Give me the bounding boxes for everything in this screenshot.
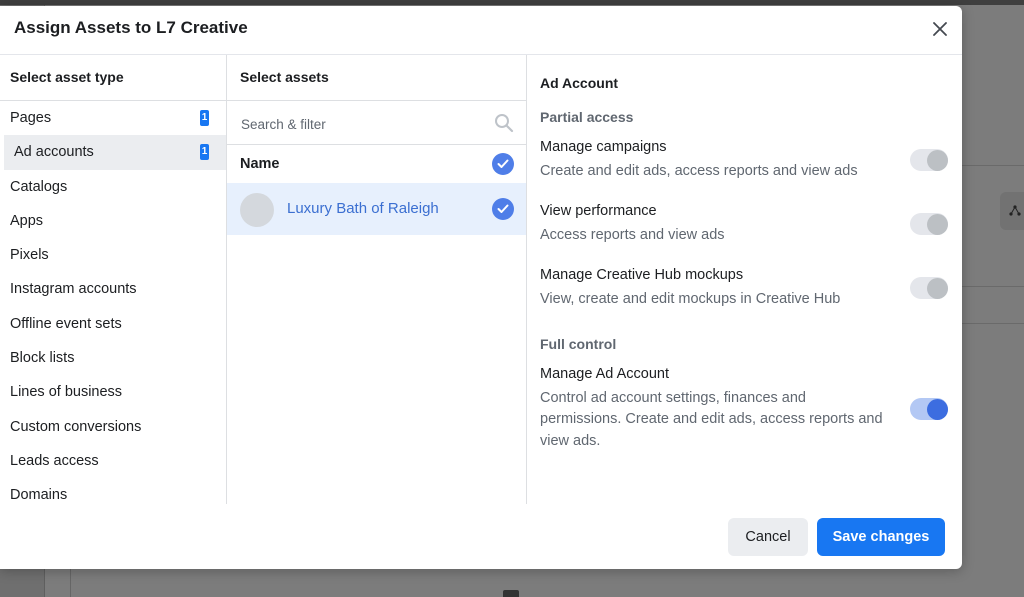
toggle-knob	[927, 278, 948, 299]
modal-title: Assign Assets to L7 Creative	[14, 18, 248, 37]
asset-type-ad-accounts[interactable]: Ad accounts 1	[0, 135, 226, 170]
asset-row[interactable]: Luxury Bath of Raleigh	[227, 183, 526, 235]
permission-description: Create and edit ads, access reports and …	[540, 163, 858, 179]
asset-type-label: Pages	[10, 110, 52, 126]
page-topbar	[0, 0, 1024, 5]
search-row	[227, 101, 526, 145]
full-control-heading: Full control	[540, 336, 617, 352]
permission-name: Manage Creative Hub mockups	[540, 267, 744, 283]
partial-access-heading: Partial access	[540, 109, 634, 125]
asset-type-instagram-accounts[interactable]: Instagram accounts	[0, 272, 226, 306]
permission-description: View, create and edit mockups in Creativ…	[540, 291, 841, 307]
permissions-title: Ad Account	[540, 75, 619, 91]
toggle-knob	[927, 399, 948, 420]
asset-type-pixels[interactable]: Pixels	[0, 238, 226, 272]
count-badge: 1	[200, 144, 209, 161]
asset-type-leads-access[interactable]: Leads access	[0, 444, 226, 478]
search-icon[interactable]	[494, 113, 514, 133]
permission-name: Manage campaigns	[540, 139, 667, 155]
asset-type-custom-conversions[interactable]: Custom conversions	[0, 410, 226, 444]
assign-assets-modal: Assign Assets to L7 Creative Select asse…	[0, 6, 962, 569]
name-column-header: Name	[227, 145, 526, 183]
permission-description: Access reports and view ads	[540, 227, 725, 243]
select-all-checkbox[interactable]	[492, 153, 514, 175]
manage-ad-account-toggle[interactable]	[910, 398, 948, 420]
asset-type-pages[interactable]: Pages 1	[0, 101, 226, 135]
page-divider	[962, 165, 1024, 166]
asset-name: Luxury Bath of Raleigh	[287, 200, 439, 217]
asset-type-catalogs[interactable]: Catalogs	[0, 170, 226, 204]
asset-type-offline-event-sets[interactable]: Offline event sets	[0, 307, 226, 341]
page-divider	[962, 286, 1024, 287]
close-button[interactable]	[928, 17, 952, 41]
assets-column: Select assets Name Luxury Bath of Raleig…	[227, 55, 527, 504]
name-header-label: Name	[240, 156, 280, 172]
pixels-icon	[503, 590, 519, 597]
share-icon	[1009, 205, 1021, 216]
share-button	[1000, 192, 1024, 230]
asset-type-list: Pages 1 Ad accounts 1 Catalogs Apps Pixe…	[0, 101, 226, 513]
asset-type-column: Select asset type Pages 1 Ad accounts 1 …	[0, 55, 227, 504]
permission-description-line: Control ad account settings, finances an…	[540, 390, 806, 406]
asset-type-label: Catalogs	[10, 178, 68, 195]
asset-type-apps[interactable]: Apps	[0, 204, 226, 238]
save-changes-button[interactable]: Save changes	[817, 518, 945, 556]
page-card	[70, 568, 423, 597]
page-divider	[962, 323, 1024, 324]
checkmark-icon	[497, 204, 509, 213]
asset-type-label: Leads access	[10, 452, 99, 469]
toggle-knob	[927, 150, 948, 171]
asset-type-lines-of-business[interactable]: Lines of business	[0, 375, 226, 409]
manage-creative-hub-toggle[interactable]	[910, 277, 948, 299]
asset-type-header: Select asset type	[0, 55, 226, 101]
count-badge: 1	[200, 110, 209, 126]
asset-type-label: Ad accounts	[14, 144, 94, 161]
search-input[interactable]	[239, 111, 493, 137]
asset-type-block-lists[interactable]: Block lists	[0, 341, 226, 375]
asset-type-domains[interactable]: Domains	[0, 478, 226, 512]
permission-description-line: permissions. Create and edit ads, access…	[540, 411, 883, 427]
toggle-knob	[927, 214, 948, 235]
view-performance-toggle[interactable]	[910, 213, 948, 235]
permission-name: View performance	[540, 203, 657, 219]
checkmark-icon	[497, 159, 509, 168]
asset-type-label: Apps	[10, 212, 44, 229]
asset-type-label: Block lists	[10, 350, 75, 367]
asset-type-label: Lines of business	[10, 384, 123, 401]
avatar	[240, 193, 274, 227]
cancel-button[interactable]: Cancel	[728, 518, 808, 556]
permissions-column: Ad Account Partial access Manage campaig…	[527, 55, 962, 504]
assets-header: Select assets	[227, 55, 526, 101]
close-icon[interactable]	[933, 22, 947, 36]
asset-type-label: Domains	[10, 487, 68, 504]
asset-type-label: Pixels	[10, 247, 49, 264]
manage-campaigns-toggle[interactable]	[910, 149, 948, 171]
page-right-panel	[962, 10, 1024, 570]
permission-description-line: view ads.	[540, 433, 601, 449]
asset-type-label: Custom conversions	[10, 418, 142, 435]
permission-name: Manage Ad Account	[540, 366, 669, 382]
asset-type-label: Instagram accounts	[10, 281, 137, 298]
asset-type-label: Offline event sets	[10, 315, 122, 332]
asset-checkbox[interactable]	[492, 198, 514, 220]
